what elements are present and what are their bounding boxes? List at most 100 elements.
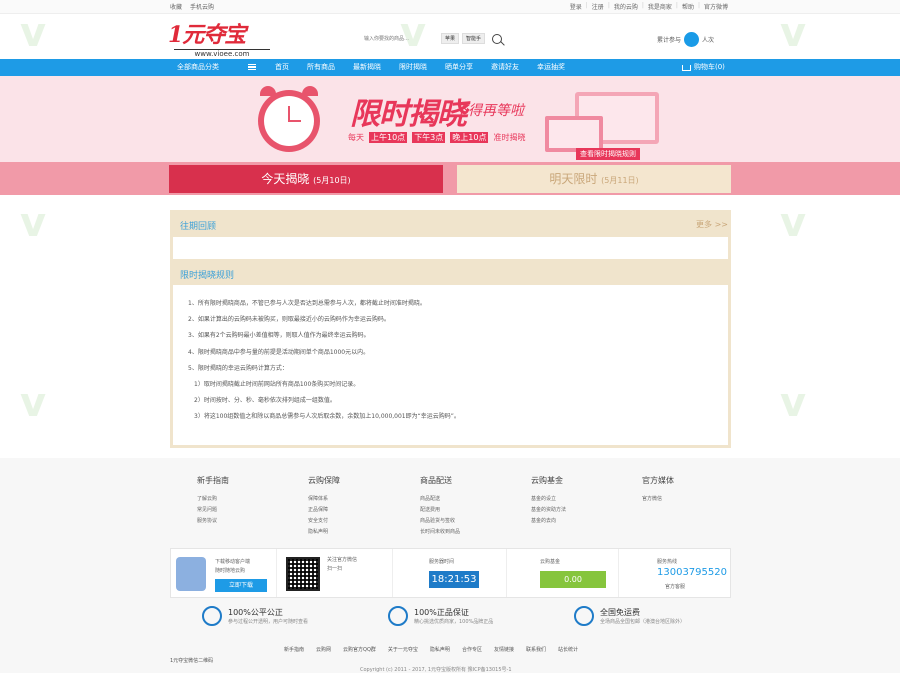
more-link[interactable]: 更多 >> (696, 219, 728, 230)
footer-bottom-link[interactable]: 云购官方QQ群 (343, 646, 376, 653)
footer-left-link[interactable]: 1元夺宝微信二维码 (170, 657, 213, 664)
nav-item-lottery[interactable]: 幸运抽奖 (528, 59, 574, 76)
watermark: v (20, 200, 47, 246)
user-count-label: 累计参与 (657, 37, 682, 44)
footer-link[interactable]: 商品验货与签收 (420, 516, 520, 527)
banner-times: 每天 上午10点 下午3点 晚上10点 准时揭晓 (348, 132, 525, 143)
my-account-link[interactable]: 我的云购 (614, 2, 638, 11)
footer-link[interactable]: 商品配送 (420, 494, 520, 505)
footer-bottom-link[interactable]: 云购网 (316, 646, 331, 653)
app-download: 下载移动客户端 随时随地云购 立即下载 (171, 549, 277, 597)
fund-value: 0.00 (540, 571, 606, 588)
banner-time-1: 上午10点 (369, 132, 408, 143)
footer-column-title: 云购基金 (531, 476, 563, 485)
tab-today[interactable]: 今天揭晓 (5月10日) (169, 165, 443, 193)
footer-bottom-link[interactable]: 联系我们 (526, 646, 546, 653)
footer-info-bar: 下载移动客户端 随时随地云购 立即下载 关注官方微信 扫一扫 服务器时间 18:… (170, 548, 731, 598)
nav-item-share[interactable]: 晒单分享 (436, 59, 482, 76)
footer-link[interactable]: 安全支付 (308, 516, 408, 527)
footer-link[interactable]: 保障体系 (308, 494, 408, 505)
alarm-clock-icon (258, 86, 320, 152)
footer-bottom-link[interactable]: 隐私声明 (430, 646, 450, 653)
weibo-link[interactable]: 官方微博 (704, 2, 728, 11)
footer-link[interactable]: 基金的去向 (531, 516, 631, 527)
tab-strip (0, 162, 900, 195)
nav-item-all-products[interactable]: 所有商品 (298, 59, 344, 76)
past-title: 往期回顾 (180, 222, 217, 232)
footer-link[interactable]: 基金的设立 (531, 494, 631, 505)
user-count: 累计参与 人次 (657, 32, 714, 47)
favorite-link[interactable]: 收藏 (170, 2, 182, 11)
copyright: Copyright (c) 2011 - 2017, 1元夺宝版权所有 豫ICP… (360, 667, 512, 673)
footer-column: 云购基金 基金的设立 基金的资助方法 基金的去向 (531, 475, 631, 527)
nav-item-limited[interactable]: 限时揭晓 (390, 59, 436, 76)
guarantee-sub: 精心挑选优质商家，100%品牌正品 (414, 619, 494, 625)
search-icon[interactable] (492, 33, 503, 44)
service-box: 服务热线 13003795520 官方客服 (619, 549, 731, 597)
merchant-link[interactable]: 我是商家 (648, 2, 672, 11)
search-tag[interactable]: 智能手 (462, 33, 486, 44)
footer-column-title: 官方媒体 (642, 476, 674, 485)
qr-code (286, 557, 320, 591)
footer-links: 新手指南 云购网 云购官方QQ群 关于一元夺宝 隐私声明 合作专区 友情链接 联… (284, 646, 578, 653)
register-link[interactable]: 注册 (592, 2, 604, 11)
footer-link[interactable]: 了解云购 (197, 494, 297, 505)
footer-link[interactable]: 配送费用 (420, 505, 520, 516)
nav-item-home[interactable]: 首页 (266, 59, 298, 76)
main-nav: 全部商品分类 首页 所有商品 最新揭晓 限时揭晓 晒单分享 邀请好友 幸运抽奖 … (0, 59, 900, 76)
tab-tomorrow-date: (5月11日) (601, 176, 639, 185)
mobile-link[interactable]: 手机云购 (190, 2, 214, 11)
banner-time-suffix: 准时揭晓 (493, 133, 526, 142)
footer-bottom-link[interactable]: 站长统计 (558, 646, 578, 653)
logo-text: 1元夺宝 (168, 22, 246, 48)
footer-link[interactable]: 隐私声明 (308, 527, 408, 538)
menu-icon (248, 64, 256, 70)
watermark: v (780, 380, 807, 426)
footer-link[interactable]: 常见问题 (197, 505, 297, 516)
footer-link[interactable]: 长时间未收到商品 (420, 527, 520, 538)
footer-bottom-link[interactable]: 关于一元夺宝 (388, 646, 418, 653)
search-tag[interactable]: 苹果 (441, 33, 460, 44)
search-input[interactable] (364, 32, 438, 45)
tab-tomorrow[interactable]: 明天限时 (5月11日) (457, 165, 731, 193)
rules-list: 1、所有限时揭晓商品，不管已参与人次是否达到总需参与人次，都将截止时间准时揭晓。… (173, 285, 728, 445)
rules-title: 限时揭晓规则 (180, 271, 235, 281)
nav-item-invite[interactable]: 邀请好友 (482, 59, 528, 76)
footer-bottom-link[interactable]: 友情链接 (494, 646, 514, 653)
help-link[interactable]: 帮助 (682, 2, 694, 11)
footer-column: 云购保障 保障体系 正品保障 安全支付 隐私声明 (308, 475, 408, 538)
truck-icon (574, 606, 594, 626)
footer-link[interactable]: 基金的资助方法 (531, 505, 631, 516)
all-categories-button[interactable]: 全部商品分类 (170, 59, 262, 76)
user-count-unit: 人次 (702, 37, 715, 44)
footer-column: 官方媒体 官方微信 (642, 475, 742, 505)
download-button[interactable]: 立即下载 (215, 579, 267, 592)
nav-item-latest[interactable]: 最新揭晓 (344, 59, 390, 76)
rule-line: 2）时间按时、分、秒、毫秒依次排列组成一组数值。 (194, 397, 336, 405)
footer-link[interactable]: 正品保障 (308, 505, 408, 516)
all-categories-label: 全部商品分类 (177, 63, 219, 71)
footer-link[interactable]: 官方微信 (642, 494, 742, 505)
banner-time-2: 下午3点 (412, 132, 446, 143)
watermark: v (780, 200, 807, 246)
login-link[interactable]: 登录 (570, 2, 582, 11)
footer-bottom-link[interactable]: 新手指南 (284, 646, 304, 653)
shield-icon (388, 606, 408, 626)
tab-today-label: 今天揭晓 (261, 172, 310, 186)
rule-line: 3）将这100组数值之和除以商品总需参与人次后取余数，余数加上10,000,00… (194, 413, 460, 421)
server-time: 18:21:53 (429, 571, 479, 588)
scale-icon (202, 606, 222, 626)
service-phone[interactable]: 13003795520 (657, 567, 727, 578)
app-text: 下载移动客户端 (215, 559, 251, 565)
search-bar: 苹果 智能手 (364, 31, 504, 46)
site-logo[interactable]: 1元夺宝 www.vioee.com (168, 17, 288, 58)
rules-button[interactable]: 查看限时揭晓规则 (576, 148, 640, 160)
footer-link[interactable]: 服务协议 (197, 516, 297, 527)
footer-bottom-link[interactable]: 合作专区 (462, 646, 482, 653)
footer-column: 新手指南 了解云购 常见问题 服务协议 (197, 475, 297, 527)
avatar (684, 32, 700, 47)
rule-line: 1、所有限时揭晓商品，不管已参与人次是否达到总需参与人次，都将截止时间准时揭晓。 (188, 300, 426, 307)
cart-button[interactable]: 购物车(0) (682, 59, 725, 76)
content-panel: 往期回顾 更多 >> 限时揭晓规则 1、所有限时揭晓商品，不管已参与人次是否达到… (170, 210, 731, 448)
footer-column: 商品配送 商品配送 配送费用 商品验货与签收 长时间未收到商品 (420, 475, 520, 538)
